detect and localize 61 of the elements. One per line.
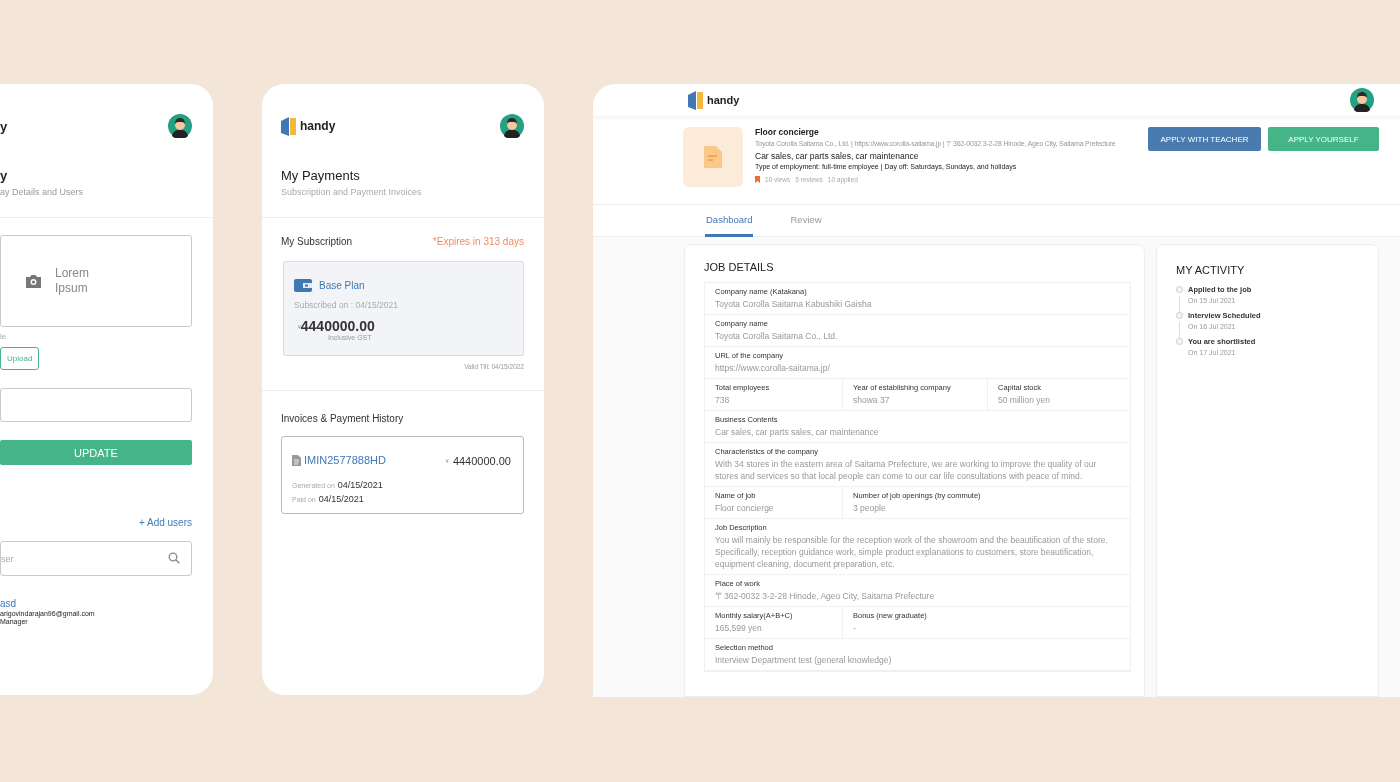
apply-button[interactable]: APPLY YOURSELF <box>1268 127 1379 151</box>
apply-button[interactable]: APPLY WITH TEACHER <box>1148 127 1261 151</box>
wallet-icon <box>294 279 312 292</box>
expiry-note: *Expires in 313 days <box>432 236 524 247</box>
user-avatar[interactable] <box>168 114 192 138</box>
field-value: Car sales, car parts sales, car maintenance <box>715 426 880 438</box>
field-value: 165,599 yen <box>715 622 763 634</box>
section-heading: MY ACTIVITY <box>1176 264 1246 276</box>
field-value: - <box>853 622 857 634</box>
logo-icon <box>281 116 297 136</box>
field-value: 〒362-0032 3-2-28 Hinode, Ageo City, Saitama Prefecture <box>715 590 936 602</box>
invoice-number[interactable]: IMIN2577888HD <box>304 454 386 466</box>
invoice-amount: 4440000.00 <box>452 455 511 467</box>
document-icon <box>292 454 301 466</box>
input-field[interactable] <box>0 388 192 422</box>
section-heading: Invoices & Payment History <box>281 413 405 424</box>
user-name[interactable]: asd <box>0 598 192 609</box>
timeline-dot <box>1176 338 1183 345</box>
document-icon <box>704 146 722 168</box>
field-value: With 34 stores in the eastern area of Saitama Prefecture, we are working to improve the quality of our stores and services so that local people can come to our car life consultations with peace of mind. <box>715 458 1098 482</box>
field-value: Floor concierge <box>715 502 775 514</box>
user-avatar[interactable] <box>1350 88 1374 112</box>
upload-button[interactable]: Upload <box>0 347 40 370</box>
field-value: https://www.corolla-saitama.jp/ <box>715 362 831 374</box>
search-field[interactable]: ser <box>0 541 192 576</box>
page-title: My Payments <box>281 168 361 184</box>
job-title: Floor concierge <box>755 127 820 137</box>
bookmark-icon[interactable] <box>755 176 760 183</box>
image-upload-area[interactable]: Lorem Ipsum <box>0 235 192 327</box>
field-value: 3 people <box>853 502 887 514</box>
timeline-dot <box>1176 286 1183 293</box>
user-avatar[interactable] <box>500 114 524 138</box>
logo-text: y <box>0 118 8 134</box>
field-value: 738 <box>715 394 731 406</box>
subscribed-date: Subscribed on : 04/15/2021 <box>294 300 399 310</box>
generated-date: 04/15/2021 <box>337 480 383 490</box>
page-title: y <box>0 168 9 184</box>
page-subtitle: Subscription and Payment Invoices <box>281 187 423 197</box>
update-button[interactable]: UPDATE <box>0 440 192 465</box>
logo-icon <box>688 90 704 110</box>
page-subtitle: ay Details and Users <box>0 187 85 197</box>
field-value: showa 37 <box>853 394 891 406</box>
field-value: You will mainly be responsible for the reception work of the showroom and the beautification of the store. Specifically, reception guidance work, simple product explanations to customers, store beautification, equipment cleaning, document preparation, etc. <box>715 534 1109 570</box>
file-hint: le <box>0 332 8 341</box>
search-icon <box>168 552 180 564</box>
timeline-dot <box>1176 312 1183 319</box>
section-heading: JOB DETAILS <box>704 261 775 273</box>
plan-name: Base Plan <box>319 280 365 291</box>
camera-icon <box>25 274 42 288</box>
section-heading: My Subscription <box>281 236 353 247</box>
upload-label: Lorem Ipsum <box>55 266 90 296</box>
add-users-link[interactable]: + Add users <box>138 517 192 528</box>
job-tags: Car sales, car parts sales, car maintenance <box>755 151 1136 161</box>
logo-text: handy <box>300 119 336 133</box>
field-value: Toyota Corolla Saitama Kabushiki Gaisha <box>715 298 873 310</box>
field-value: 50 million yen <box>998 394 1051 406</box>
field-value: Toyota Corolla Saitama Co., Ltd. <box>715 330 839 342</box>
field-value: Interview Department test (general knowledge) <box>715 654 893 666</box>
logo-text: handy <box>707 94 740 106</box>
tab[interactable]: Review <box>789 205 823 237</box>
paid-date: 04/15/2021 <box>318 494 364 504</box>
